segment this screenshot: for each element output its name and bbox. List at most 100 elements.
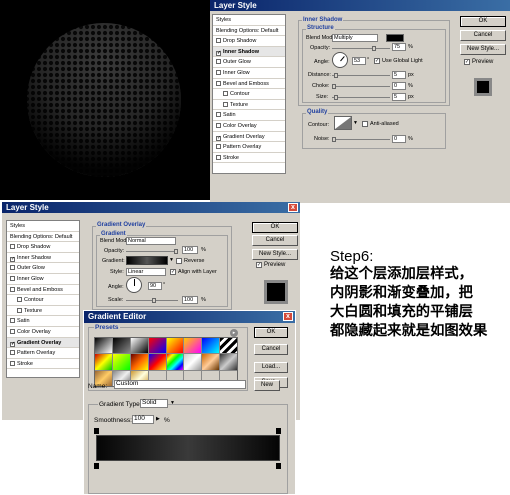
anti-aliased-checkbox[interactable] (362, 121, 368, 127)
preset-swatch[interactable] (112, 338, 130, 354)
style-item[interactable]: ✓ Inner Shadow (7, 253, 79, 264)
style-item[interactable]: Texture (7, 306, 79, 317)
preset-swatch[interactable] (202, 354, 220, 370)
opacity-stop-left[interactable] (94, 428, 99, 434)
style-item[interactable]: Satin (213, 110, 285, 121)
style-item[interactable]: Color Overlay (213, 121, 285, 132)
angle-input[interactable]: 53 (352, 57, 366, 65)
reverse-checkbox[interactable] (176, 258, 182, 264)
new-style-button[interactable]: New Style... (252, 249, 298, 260)
choke-slider[interactable] (332, 86, 390, 87)
style-item[interactable]: ✓ Inner Shadow (213, 46, 285, 58)
size-slider[interactable] (332, 97, 390, 98)
size-slider-thumb[interactable] (334, 95, 338, 100)
style-checkbox[interactable] (216, 69, 221, 75)
style-item[interactable]: Styles (213, 15, 285, 26)
distance-slider[interactable] (332, 75, 390, 76)
cancel-button[interactable]: Cancel (460, 30, 506, 41)
gradient-type-select[interactable]: Solid (140, 399, 168, 408)
preset-swatch[interactable] (148, 338, 166, 354)
preset-swatch[interactable] (184, 354, 202, 370)
opacity-slider[interactable] (332, 48, 390, 49)
smoothness-input[interactable]: 100 (132, 415, 154, 424)
style-item[interactable]: Bevel and Emboss (213, 79, 285, 90)
preset-swatch[interactable] (220, 338, 237, 354)
gradient-type-dropdown-arrow[interactable]: ▼ (170, 400, 175, 406)
style-item[interactable]: Outer Glow (7, 263, 79, 274)
opacity-slider-thumb[interactable] (372, 46, 376, 51)
style-checkbox[interactable]: ✓ (10, 256, 15, 262)
style-item[interactable]: Outer Glow (213, 57, 285, 68)
cancel-button[interactable]: Cancel (254, 344, 288, 355)
style-checkbox[interactable] (223, 91, 228, 97)
noise-slider-thumb[interactable] (332, 137, 336, 142)
use-global-light-checkbox[interactable]: ✓ (374, 58, 380, 64)
style-item[interactable]: Drop Shadow (213, 36, 285, 47)
style-checkbox[interactable]: ✓ (216, 50, 221, 56)
style-checkbox[interactable] (17, 297, 22, 303)
noise-input[interactable]: 0 (392, 135, 406, 143)
style-item[interactable]: Stroke (7, 359, 79, 370)
preset-swatch[interactable] (130, 354, 148, 370)
style-item[interactable]: Inner Glow (213, 68, 285, 79)
style-item[interactable]: Bevel and Emboss (7, 285, 79, 296)
style-checkbox[interactable] (216, 59, 221, 65)
preset-swatch[interactable] (184, 338, 202, 354)
choke-slider-thumb[interactable] (332, 84, 336, 89)
style-checkbox[interactable] (216, 144, 221, 150)
scale-slider-thumb[interactable] (152, 298, 156, 303)
name-input[interactable]: Custom (114, 380, 246, 389)
choke-input[interactable]: 0 (392, 82, 406, 90)
contour-picker[interactable] (334, 116, 352, 130)
preset-swatch[interactable] (95, 354, 112, 370)
style-item[interactable]: Inner Glow (7, 274, 79, 285)
new-style-button[interactable]: New Style... (460, 44, 506, 55)
preset-swatch[interactable] (202, 338, 220, 354)
gradient-preview-bar[interactable] (126, 256, 168, 265)
style-checkbox[interactable] (10, 275, 15, 281)
color-stop-left[interactable] (94, 463, 99, 469)
style-item[interactable]: Drop Shadow (7, 242, 79, 253)
angle-dial[interactable] (126, 277, 142, 293)
style-item[interactable]: Styles (7, 221, 79, 232)
opacity-input[interactable]: 75 (392, 43, 406, 51)
gradient-dropdown-arrow[interactable]: ▼ (169, 257, 174, 263)
shadow-color-swatch[interactable] (386, 34, 404, 42)
style-checkbox[interactable] (10, 360, 15, 366)
style-checkbox[interactable] (216, 154, 221, 160)
style-item[interactable]: Pattern Overlay (7, 348, 79, 359)
ok-button[interactable]: OK (252, 222, 298, 233)
preset-swatch[interactable] (166, 354, 184, 370)
distance-input[interactable]: 5 (392, 71, 406, 79)
style-checkbox[interactable]: ✓ (10, 341, 15, 347)
style-checkbox[interactable] (10, 244, 15, 250)
style-item[interactable]: Satin (7, 316, 79, 327)
smoothness-dropdown-arrow[interactable]: ▶ (156, 416, 160, 422)
style-checkbox[interactable] (216, 80, 221, 86)
style-checkbox[interactable] (216, 122, 221, 128)
close-icon[interactable]: x (288, 203, 298, 212)
scale-input[interactable]: 100 (182, 296, 198, 304)
opacity-input[interactable]: 100 (182, 246, 198, 254)
style-checkbox[interactable] (17, 307, 22, 313)
style-checkbox[interactable] (10, 265, 15, 271)
angle-input[interactable]: 90 (148, 282, 162, 290)
style-item[interactable]: ✓ Gradient Overlay (7, 337, 79, 349)
style-item[interactable]: Texture (213, 100, 285, 111)
new-button[interactable]: New (254, 380, 280, 391)
style-checkbox[interactable]: ✓ (216, 135, 221, 141)
close-icon[interactable]: x (283, 312, 293, 321)
angle-dial[interactable] (332, 52, 348, 68)
opacity-stop-right[interactable] (276, 428, 281, 434)
style-item[interactable]: Color Overlay (7, 327, 79, 338)
style-item[interactable]: Contour (213, 89, 285, 100)
style-item[interactable]: Blending Options: Default (7, 232, 79, 243)
ok-button[interactable]: OK (460, 16, 506, 27)
preset-swatch[interactable] (166, 338, 184, 354)
style-select[interactable]: Linear (126, 268, 166, 276)
load-button[interactable]: Load... (254, 362, 288, 373)
preset-swatch[interactable] (130, 338, 148, 354)
style-checkbox[interactable] (10, 328, 15, 334)
align-with-layer-checkbox[interactable]: ✓ (170, 269, 176, 275)
preset-swatch[interactable] (220, 354, 237, 370)
